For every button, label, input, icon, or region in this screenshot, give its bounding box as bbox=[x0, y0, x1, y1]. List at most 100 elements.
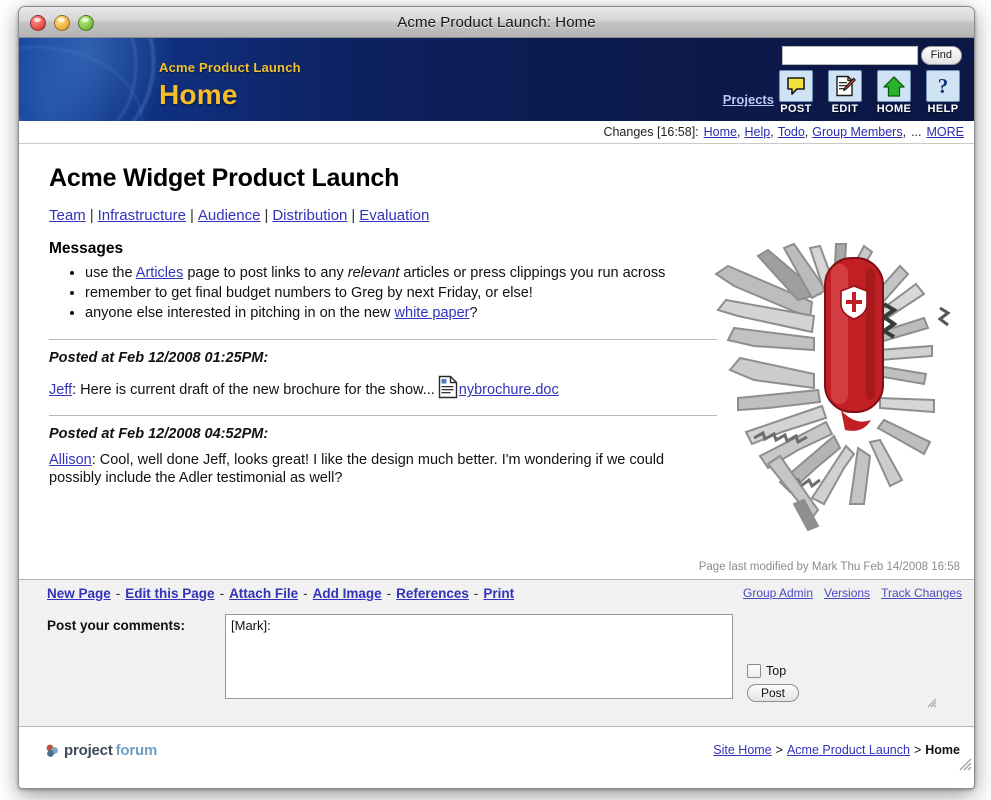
post-entry: Posted at Feb 12/2008 01:25PM: Jeff: Her… bbox=[49, 350, 709, 405]
find-button[interactable]: Find bbox=[920, 46, 962, 65]
recent-changes-bar: Changes [16:58]: Home, Help, Todo, Group… bbox=[19, 121, 974, 144]
house-icon bbox=[877, 70, 911, 102]
logo-text-forum: forum bbox=[115, 741, 158, 759]
svg-text:?: ? bbox=[938, 75, 949, 97]
last-modified-text: Page last modified by Mark Thu Feb 14/20… bbox=[698, 561, 960, 573]
divider bbox=[49, 339, 717, 341]
page-action-bar: New Page - Edit this Page - Attach File - Add … bbox=[19, 579, 974, 606]
window-title: Acme Product Launch: Home bbox=[397, 13, 596, 31]
post-comment-button[interactable]: Post bbox=[747, 684, 800, 702]
browser-window: Acme Product Launch: Home Acme Product L… bbox=[18, 6, 975, 789]
message-text: page to post links to any bbox=[183, 265, 348, 281]
page-footer: project forum Site Home > Acme Product Laun… bbox=[19, 726, 974, 773]
breadcrumb-site-home[interactable]: Site Home bbox=[713, 743, 771, 757]
action-new-page[interactable]: New Page bbox=[47, 586, 111, 601]
search-input[interactable] bbox=[781, 46, 918, 65]
section-nav: Team | Infrastructure | Audience | Distributio… bbox=[49, 207, 430, 224]
projects-link[interactable]: Projects bbox=[723, 92, 774, 107]
minimize-button[interactable] bbox=[54, 15, 70, 31]
message-inline-link[interactable]: white paper bbox=[395, 305, 470, 321]
messages-heading: Messages bbox=[49, 240, 124, 257]
changes-link-home[interactable]: Home bbox=[704, 125, 737, 139]
comment-textarea[interactable] bbox=[225, 614, 733, 699]
nav-link-distribution[interactable]: Distribution bbox=[272, 207, 347, 224]
action-group-admin[interactable]: Group Admin bbox=[743, 586, 813, 600]
site-banner: Acme Product Launch Home Find Projects P… bbox=[19, 38, 974, 121]
post-timestamp: Posted at Feb 12/2008 01:25PM: bbox=[49, 350, 269, 367]
projectforum-logo[interactable]: project forum bbox=[45, 742, 157, 759]
article-body: Acme Widget Product Launch Team | Infrastr… bbox=[19, 144, 717, 488]
post-author-link[interactable]: Allison bbox=[49, 452, 92, 468]
toolbar-button-post[interactable]: POST bbox=[775, 70, 817, 115]
post-text: : Here is current draft of the new broch… bbox=[72, 382, 435, 399]
pencil-page-icon bbox=[828, 70, 862, 102]
page-content: Acme Product Launch Home Find Projects P… bbox=[19, 38, 974, 788]
post-text: : Cool, well done Jeff, looks great! I l… bbox=[49, 451, 665, 487]
action-sep: - bbox=[473, 585, 479, 601]
logo-text-project: project bbox=[64, 741, 113, 759]
post-entry: Posted at Feb 12/2008 04:52PM: Allison: … bbox=[49, 426, 709, 488]
nav-link-audience[interactable]: Audience bbox=[198, 207, 261, 224]
banner-title: Home bbox=[159, 79, 238, 110]
search-area: Find bbox=[781, 46, 962, 65]
main-area: Acme Widget Product Launch Team | Infrastr… bbox=[19, 144, 974, 579]
top-checkbox-row[interactable]: Top bbox=[747, 664, 799, 678]
toolbar-label-edit: EDIT bbox=[831, 103, 859, 115]
action-add-image[interactable]: Add Image bbox=[313, 586, 382, 601]
zoom-button[interactable] bbox=[78, 15, 94, 31]
desktop-background: Acme Product Launch: Home Acme Product L… bbox=[0, 0, 991, 800]
close-button[interactable] bbox=[30, 15, 46, 31]
post-content: Allison: Cool, well done Jeff, looks gre… bbox=[49, 451, 709, 488]
toolbar-button-edit[interactable]: EDIT bbox=[824, 70, 866, 115]
admin-actions: Group Admin Versions Track Changes bbox=[743, 586, 962, 600]
question-mark-icon: ? bbox=[926, 70, 960, 102]
nav-link-team[interactable]: Team bbox=[49, 207, 86, 224]
changes-link-help[interactable]: Help bbox=[744, 125, 770, 139]
message-text: remember to get final budget numbers to … bbox=[85, 285, 533, 302]
top-checkbox-label: Top bbox=[766, 664, 787, 678]
projectforum-logo-icon bbox=[45, 743, 60, 758]
swiss-army-knife-image bbox=[714, 242, 951, 532]
action-edit-this-page[interactable]: Edit this Page bbox=[125, 586, 214, 601]
toolbar-label-home: HOME bbox=[876, 103, 912, 115]
changes-link-group-members[interactable]: Group Members bbox=[812, 125, 902, 139]
action-track-changes[interactable]: Track Changes bbox=[881, 586, 962, 600]
banner-title-group: Acme Product Launch Home bbox=[159, 60, 301, 111]
changes-more-link[interactable]: MORE bbox=[927, 125, 965, 139]
message-item: use the Articles page to post links to a… bbox=[85, 264, 709, 283]
toolbar-label-help: HELP bbox=[927, 103, 959, 115]
window-resize-grip[interactable] bbox=[959, 758, 972, 771]
breadcrumb: Site Home > Acme Product Launch > Home bbox=[713, 743, 960, 757]
textarea-resize-grip[interactable] bbox=[927, 698, 937, 708]
changes-link-todo[interactable]: Todo bbox=[778, 125, 805, 139]
nav-link-infrastructure[interactable]: Infrastructure bbox=[98, 207, 186, 224]
breadcrumb-acme-product-launch[interactable]: Acme Product Launch bbox=[787, 743, 910, 757]
window-titlebar[interactable]: Acme Product Launch: Home bbox=[19, 7, 974, 38]
action-sep: - bbox=[386, 585, 392, 601]
post-author-link[interactable]: Jeff bbox=[49, 382, 72, 398]
banner-toolbar: POST EDIT HOME ? HELP bbox=[775, 70, 964, 115]
attachment-link[interactable]: nybrochure.doc bbox=[459, 382, 559, 398]
message-inline-link[interactable]: Articles bbox=[136, 265, 184, 281]
message-emphasis: relevant bbox=[347, 265, 400, 281]
action-sep: - bbox=[115, 585, 121, 601]
action-versions[interactable]: Versions bbox=[824, 586, 870, 600]
divider bbox=[49, 414, 717, 416]
post-content: Jeff: Here is current draft of the new b… bbox=[49, 375, 709, 405]
action-print[interactable]: Print bbox=[483, 586, 514, 601]
speech-bubble-icon bbox=[779, 70, 813, 102]
banner-subtitle: Acme Product Launch bbox=[159, 60, 301, 75]
comment-form-label: Post your comments: bbox=[47, 618, 186, 633]
action-attach-file[interactable]: Attach File bbox=[229, 586, 298, 601]
action-references[interactable]: References bbox=[396, 586, 469, 601]
page-title: Acme Widget Product Launch bbox=[49, 164, 400, 192]
page-actions: New Page - Edit this Page - Attach File - Add … bbox=[47, 586, 514, 601]
toolbar-button-help[interactable]: ? HELP bbox=[922, 70, 964, 115]
comment-form-controls: Top Post bbox=[747, 664, 800, 702]
document-icon bbox=[438, 375, 458, 405]
top-checkbox[interactable] bbox=[747, 664, 761, 678]
breadcrumb-sep: > bbox=[775, 743, 783, 757]
action-sep: - bbox=[303, 585, 308, 601]
toolbar-button-home[interactable]: HOME bbox=[873, 70, 915, 115]
nav-link-evaluation[interactable]: Evaluation bbox=[359, 207, 429, 224]
